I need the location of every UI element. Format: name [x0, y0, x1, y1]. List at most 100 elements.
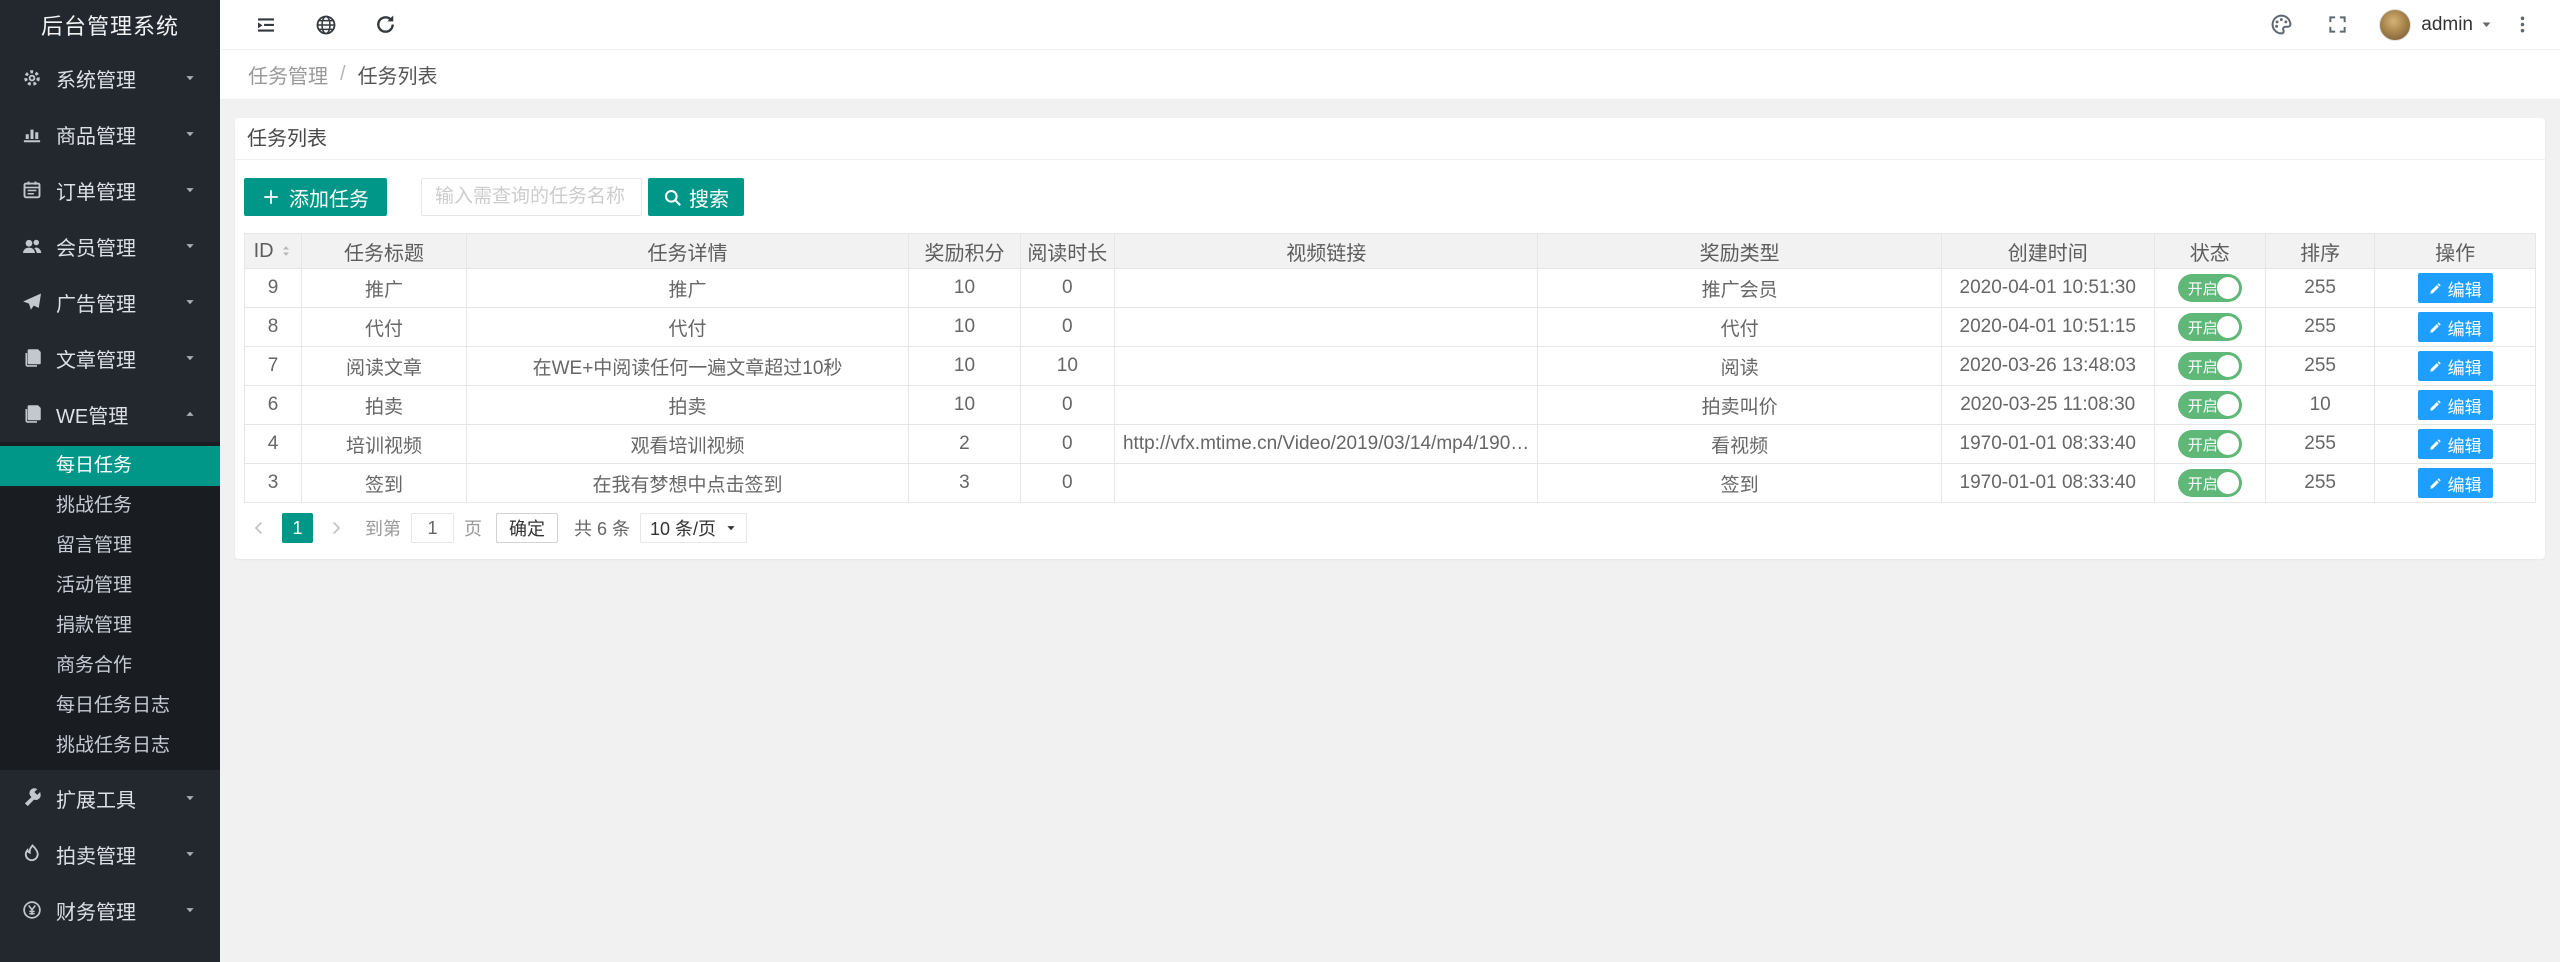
cell-created-time: 2020-03-25 11:08:30 — [1941, 386, 2154, 425]
edit-button[interactable]: 编辑 — [2418, 351, 2493, 381]
search-input[interactable] — [421, 178, 642, 216]
sidebar-item-label: 财务管理 — [56, 896, 184, 925]
sidebar-item-ads[interactable]: 广告管理 — [0, 274, 220, 330]
sidebar-item-label: 扩展工具 — [56, 784, 184, 813]
sidebar-subitem[interactable]: 每日任务日志 — [0, 686, 220, 726]
sidebar-item-system[interactable]: 系统管理 — [0, 50, 220, 106]
column-header: 阅读时长 — [1020, 234, 1114, 269]
fullscreen-button[interactable] — [2310, 0, 2365, 50]
cell-actions: 编辑 — [2375, 425, 2536, 464]
toggle-knob — [2217, 472, 2239, 494]
avatar[interactable] — [2379, 9, 2411, 41]
cell-reward-type: 推广会员 — [1538, 269, 1941, 308]
sidebar-subitem[interactable]: 商务合作 — [0, 646, 220, 686]
cell-sort: 10 — [2265, 386, 2374, 425]
goto-confirm-button[interactable]: 确定 — [496, 513, 558, 543]
status-toggle[interactable]: 开启 — [2178, 352, 2242, 380]
sidebar-item-tools[interactable]: 扩展工具 — [0, 770, 220, 826]
status-toggle[interactable]: 开启 — [2178, 274, 2242, 302]
sidebar-subitem[interactable]: 活动管理 — [0, 566, 220, 606]
pencil-icon — [2429, 438, 2442, 451]
status-toggle-label: 开启 — [2188, 278, 2218, 299]
user-dropdown-caret-icon[interactable] — [2480, 18, 2493, 31]
edit-button[interactable]: 编辑 — [2418, 429, 2493, 459]
cell-status: 开启 — [2154, 386, 2265, 425]
status-toggle[interactable]: 开启 — [2178, 469, 2242, 497]
cell-title: 签到 — [302, 464, 467, 503]
cell-actions: 编辑 — [2375, 269, 2536, 308]
sidebar-item-label: 广告管理 — [56, 288, 184, 317]
username[interactable]: admin — [2421, 14, 2473, 36]
sidebar-item-finance[interactable]: 财务管理 — [0, 882, 220, 938]
sidebar-item-label: 文章管理 — [56, 344, 184, 373]
cell-reward-type: 看视频 — [1538, 425, 1941, 464]
cell-id: 6 — [245, 386, 302, 425]
language-globe-button[interactable] — [296, 0, 356, 50]
wrench-icon — [22, 788, 42, 808]
sidebar-item-label: 会员管理 — [56, 232, 184, 261]
sidebar-subitem[interactable]: 挑战任务日志 — [0, 726, 220, 766]
sidebar-item-we[interactable]: WE管理 — [0, 386, 220, 442]
edit-button[interactable]: 编辑 — [2418, 312, 2493, 342]
cell-video-link — [1114, 464, 1537, 503]
chevRight-icon — [328, 520, 344, 536]
cell-sort: 255 — [2265, 464, 2374, 503]
search-button[interactable]: 搜索 — [648, 178, 744, 216]
add-task-button[interactable]: 添加任务 — [244, 178, 387, 216]
sidebar-item-label: 拍卖管理 — [56, 840, 184, 869]
copy-icon — [22, 404, 42, 424]
sidebar-item-members[interactable]: 会员管理 — [0, 218, 220, 274]
chevron-down-icon — [184, 848, 196, 860]
cell-created-time: 2020-04-01 10:51:30 — [1941, 269, 2154, 308]
goto-page-input[interactable] — [411, 513, 454, 543]
table-row: 9推广推广100推广会员2020-04-01 10:51:30开启255编辑 — [245, 269, 2536, 308]
theme-palette-button[interactable] — [2253, 0, 2310, 50]
edit-button[interactable]: 编辑 — [2418, 468, 2493, 498]
cell-created-time: 1970-01-01 08:33:40 — [1941, 425, 2154, 464]
status-toggle[interactable]: 开启 — [2178, 313, 2242, 341]
breadcrumb-task-management[interactable]: 任务管理 — [248, 60, 328, 89]
cell-points: 10 — [909, 386, 1020, 425]
pagination-prev-button[interactable] — [246, 513, 272, 543]
sidebar-item-articles[interactable]: 文章管理 — [0, 330, 220, 386]
column-header: 视频链接 — [1114, 234, 1537, 269]
column-header: ID — [245, 234, 302, 269]
sort-toggle[interactable] — [279, 244, 293, 258]
refresh-button[interactable] — [356, 0, 415, 50]
plus-icon — [262, 188, 280, 206]
sidebar-subitem[interactable]: 捐款管理 — [0, 606, 220, 646]
refresh-icon — [375, 14, 396, 35]
sidebar-item-goods[interactable]: 商品管理 — [0, 106, 220, 162]
sidebar-subitem[interactable]: 留言管理 — [0, 526, 220, 566]
edit-button[interactable]: 编辑 — [2418, 273, 2493, 303]
pagination-page-1[interactable]: 1 — [282, 513, 313, 543]
palette-icon — [2270, 13, 2293, 36]
cell-reward-type: 阅读 — [1538, 347, 1941, 386]
sidebar-item-orders[interactable]: 订单管理 — [0, 162, 220, 218]
caretDown-icon — [2480, 18, 2493, 31]
sidebar-subitem[interactable]: 每日任务 — [0, 446, 220, 486]
status-toggle[interactable]: 开启 — [2178, 430, 2242, 458]
sidebar-item-auction[interactable]: 拍卖管理 — [0, 826, 220, 882]
app-title: 后台管理系统 — [0, 0, 220, 50]
status-toggle[interactable]: 开启 — [2178, 391, 2242, 419]
status-toggle-label: 开启 — [2188, 434, 2218, 455]
collapse-sidebar-button[interactable] — [236, 0, 296, 50]
edit-label: 编辑 — [2448, 471, 2482, 496]
more-menu-button[interactable] — [2493, 0, 2538, 50]
toggle-knob — [2217, 316, 2239, 338]
toggle-knob — [2217, 277, 2239, 299]
sidebar-item-label: 订单管理 — [56, 176, 184, 205]
chevron-down-icon — [184, 296, 196, 308]
cell-detail: 在WE+中阅读任何一遍文章超过10秒 — [466, 347, 909, 386]
sidebar-subitem[interactable]: 挑战任务 — [0, 486, 220, 526]
cell-duration: 0 — [1020, 386, 1114, 425]
pagination-next-button[interactable] — [323, 513, 349, 543]
cell-sort: 255 — [2265, 425, 2374, 464]
per-page-select[interactable]: 10 条/页 — [640, 513, 747, 543]
edit-button[interactable]: 编辑 — [2418, 390, 2493, 420]
select-caret-icon — [725, 522, 737, 534]
chevron-down-icon — [184, 904, 196, 916]
chevron-down-icon — [184, 352, 196, 364]
chevron-up-icon — [184, 408, 196, 420]
